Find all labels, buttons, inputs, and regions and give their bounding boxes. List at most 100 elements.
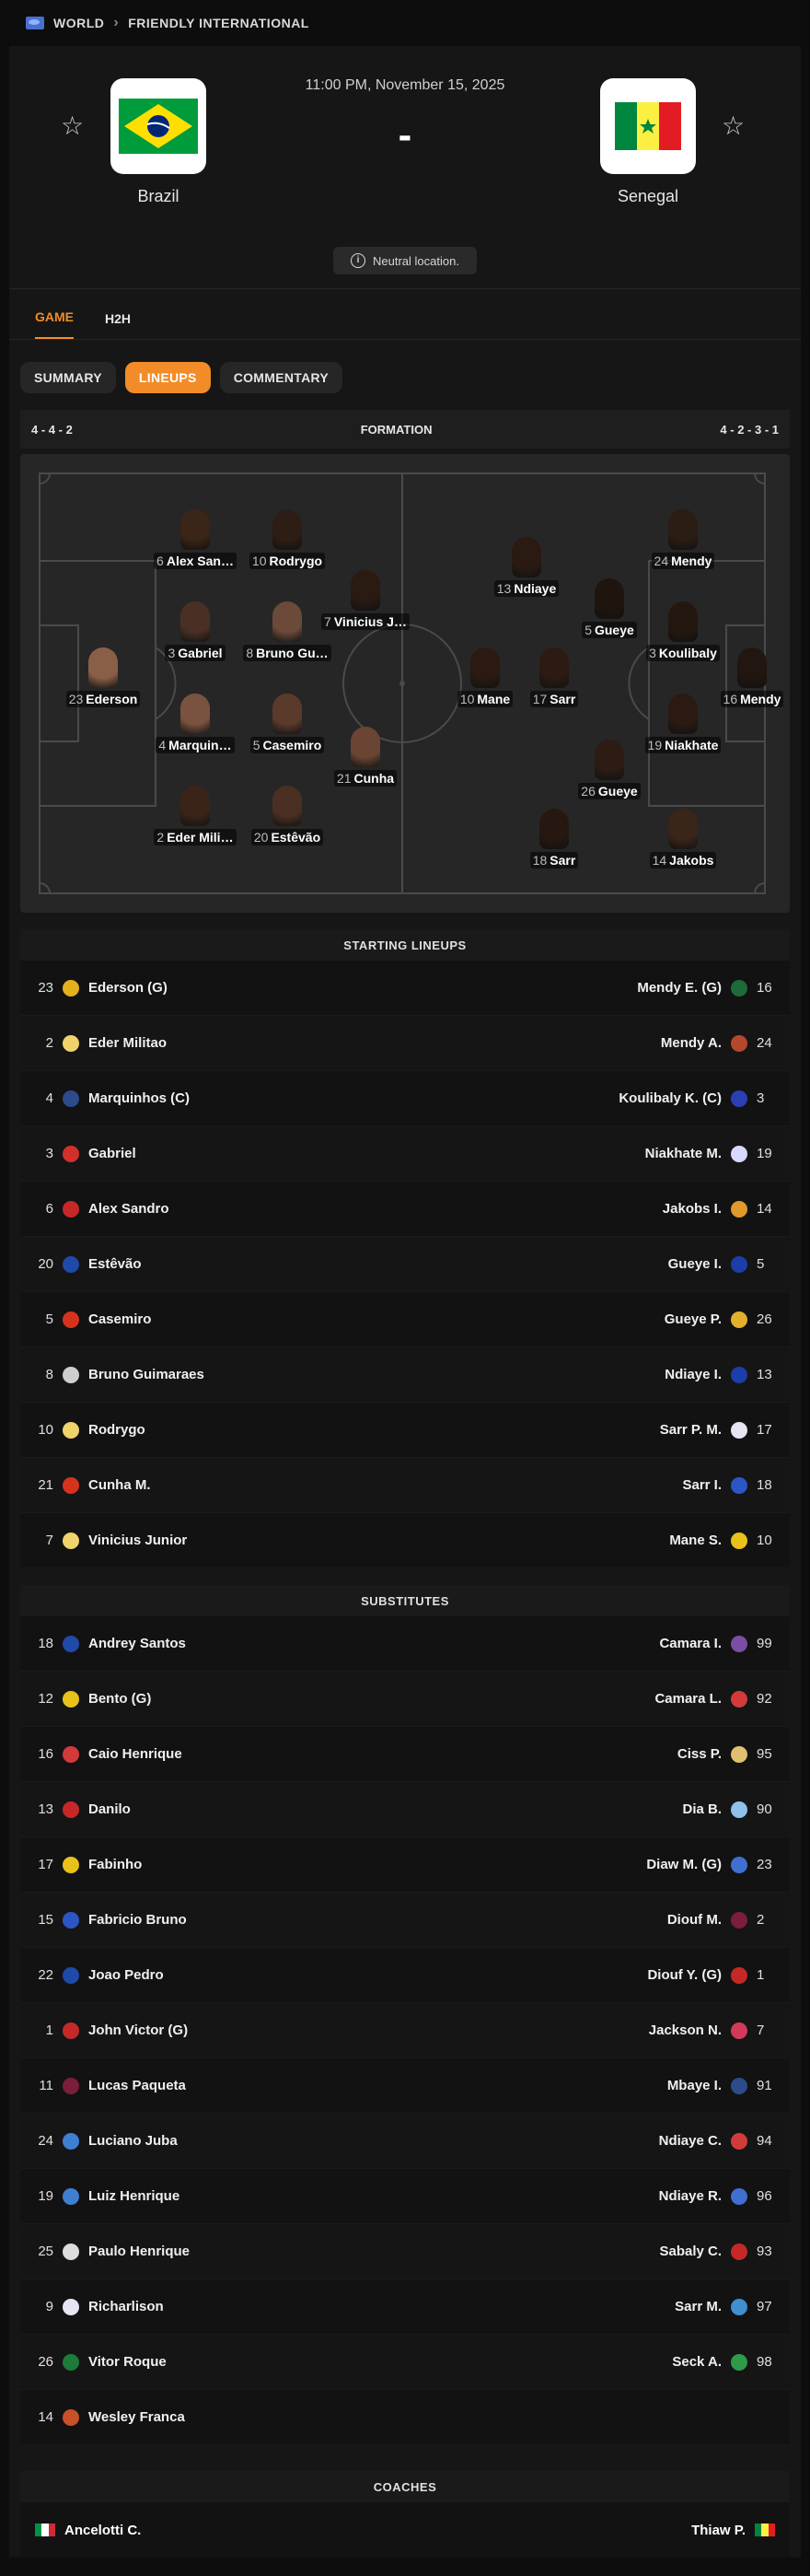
player-photo — [180, 601, 210, 642]
home-player[interactable]: 11 Lucas Paqueta — [35, 2077, 405, 2094]
home-player[interactable]: 2 Eder Militao — [35, 1034, 405, 1052]
home-player[interactable]: 24 Luciano Juba — [35, 2132, 405, 2150]
home-coach[interactable]: Ancelotti C. — [35, 2523, 141, 2538]
away-player[interactable]: Ndiaye R. 96 — [405, 2187, 775, 2205]
away-player-name: Diouf M. — [666, 1912, 722, 1928]
pitch-player[interactable]: 17 Sarr — [503, 647, 605, 727]
player-label: 10 Rodrygo — [237, 553, 338, 569]
lineup-row: 22 Joao Pedro Diouf Y. (G) 1 — [20, 1948, 790, 2003]
player-number: 10 — [251, 554, 267, 568]
away-player[interactable]: Diouf Y. (G) 1 — [405, 1966, 775, 1984]
away-player[interactable]: Camara I. 99 — [405, 1635, 775, 1652]
club-crest-icon — [731, 1532, 747, 1549]
tab-h2h[interactable]: H2H — [105, 311, 131, 339]
away-player[interactable]: Niakhate M. 19 — [405, 1145, 775, 1162]
home-player[interactable]: 6 Alex Sandro — [35, 1200, 405, 1218]
home-player-number: 9 — [45, 2299, 53, 2314]
home-player[interactable]: 1 John Victor (G) — [35, 2022, 405, 2039]
away-player[interactable]: Mane S. 10 — [405, 1532, 775, 1549]
tab-game[interactable]: GAME — [35, 309, 74, 339]
club-crest-icon — [731, 1200, 747, 1218]
home-player[interactable]: 9 Richarlison — [35, 2298, 405, 2315]
pitch-player[interactable]: 18 Sarr — [503, 809, 605, 888]
pitch-player[interactable]: 2 Eder Mili… — [145, 786, 246, 865]
club-crest-icon — [731, 979, 747, 997]
away-player[interactable]: Camara L. 92 — [405, 1690, 775, 1708]
breadcrumb-region[interactable]: WORLD — [53, 16, 104, 30]
away-player[interactable]: Gueye I. 5 — [405, 1255, 775, 1273]
away-player[interactable]: Mendy E. (G) 16 — [405, 979, 775, 997]
home-player-number: 23 — [38, 980, 53, 996]
away-team[interactable]: Senegal — [600, 78, 696, 206]
home-player[interactable]: 7 Vinicius Junior — [35, 1532, 405, 1549]
away-player[interactable]: Sarr I. 18 — [405, 1476, 775, 1494]
away-player[interactable]: Dia B. 90 — [405, 1801, 775, 1818]
home-player[interactable]: 23 Ederson (G) — [35, 979, 405, 997]
away-player[interactable]: Ndiaye I. 13 — [405, 1366, 775, 1383]
home-player[interactable]: 17 Fabinho — [35, 1856, 405, 1873]
home-player[interactable]: 3 Gabriel — [35, 1145, 405, 1162]
home-player[interactable]: 22 Joao Pedro — [35, 1966, 405, 1984]
away-player[interactable]: Sarr M. 97 — [405, 2298, 775, 2315]
home-player[interactable]: 20 Estêvão — [35, 1255, 405, 1273]
away-player[interactable]: Koulibaly K. (C) 3 — [405, 1090, 775, 1107]
home-player[interactable]: 25 Paulo Henrique — [35, 2243, 405, 2260]
pitch-player[interactable]: 20 Estêvão — [237, 786, 338, 865]
pitch-player[interactable]: 6 Alex San… — [145, 509, 246, 589]
home-player[interactable]: 26 Vitor Roque — [35, 2353, 405, 2371]
home-player[interactable]: 15 Fabricio Bruno — [35, 1911, 405, 1929]
pitch-player[interactable]: 4 Marquin… — [145, 694, 246, 773]
home-player-name: Paulo Henrique — [88, 2244, 191, 2259]
home-player[interactable]: 5 Casemiro — [35, 1311, 405, 1328]
away-player[interactable]: Diaw M. (G) 23 — [405, 1856, 775, 1873]
home-player[interactable]: 12 Bento (G) — [35, 1690, 405, 1708]
away-player-number: 24 — [757, 1035, 772, 1051]
club-crest-icon — [731, 2187, 747, 2205]
pitch-player[interactable]: 3 Gabriel — [145, 601, 246, 681]
home-player[interactable]: 8 Bruno Guimaraes — [35, 1366, 405, 1383]
home-player[interactable]: 16 Caio Henrique — [35, 1745, 405, 1763]
lineup-row: 24 Luciano Juba Ndiaye C. 94 — [20, 2114, 790, 2169]
away-coach[interactable]: Thiaw P. — [691, 2523, 775, 2538]
away-player-number: 10 — [757, 1533, 772, 1548]
away-player[interactable]: Ndiaye C. 94 — [405, 2132, 775, 2150]
home-player[interactable]: 19 Luiz Henrique — [35, 2187, 405, 2205]
pitch-player[interactable]: 23 Ederson — [52, 647, 154, 727]
substitutes-list: 18 Andrey Santos Camara I. 99 12 Bento (G) Cam… — [9, 1616, 801, 2445]
away-player[interactable]: Sarr P. M. 17 — [405, 1421, 775, 1439]
player-label: 19 Niakhate — [632, 737, 734, 753]
club-crest-icon — [731, 1090, 747, 1107]
lineup-row: 6 Alex Sandro Jakobs I. 14 — [20, 1182, 790, 1237]
away-player[interactable]: Mbaye I. 91 — [405, 2077, 775, 2094]
favorite-away-star-icon[interactable]: ☆ — [722, 111, 745, 141]
home-player[interactable]: 4 Marquinhos (C) — [35, 1090, 405, 1107]
away-player-name: Jakobs I. — [662, 1201, 722, 1217]
away-player[interactable]: Diouf M. 2 — [405, 1911, 775, 1929]
away-player-number: 14 — [757, 1201, 772, 1217]
away-player[interactable]: Sabaly C. 93 — [405, 2243, 775, 2260]
subtab-lineups[interactable]: LINEUPS — [124, 362, 211, 393]
away-player[interactable]: Gueye P. 26 — [405, 1311, 775, 1328]
away-player[interactable]: Ciss P. 95 — [405, 1745, 775, 1763]
pitch-player[interactable]: 14 Jakobs — [632, 809, 734, 888]
away-player-name: Sarr M. — [675, 2299, 722, 2314]
home-player[interactable]: 10 Rodrygo — [35, 1421, 405, 1439]
away-player-number: 26 — [757, 1311, 772, 1327]
away-player-number: 96 — [757, 2188, 772, 2204]
pitch-player[interactable]: 19 Niakhate — [632, 694, 734, 773]
subtab-summary[interactable]: SUMMARY — [20, 362, 116, 393]
away-player[interactable]: Mendy A. 24 — [405, 1034, 775, 1052]
home-player[interactable]: 18 Andrey Santos — [35, 1635, 405, 1652]
pitch-player[interactable]: 8 Bruno Gu… — [237, 601, 338, 681]
breadcrumb-competition[interactable]: FRIENDLY INTERNATIONAL — [128, 16, 309, 30]
home-player[interactable]: 14 Wesley Franca — [35, 2408, 775, 2426]
home-player[interactable]: 21 Cunha M. — [35, 1476, 405, 1494]
home-player[interactable]: 13 Danilo — [35, 1801, 405, 1818]
away-player[interactable]: Seck A. 98 — [405, 2353, 775, 2371]
lineup-row: 19 Luiz Henrique Ndiaye R. 96 — [20, 2169, 790, 2224]
away-player[interactable]: Jackson N. 7 — [405, 2022, 775, 2039]
pitch-player[interactable]: 24 Mendy — [632, 509, 734, 589]
subtab-commentary[interactable]: COMMENTARY — [219, 362, 343, 393]
away-player[interactable]: Jakobs I. 14 — [405, 1200, 775, 1218]
player-photo — [595, 740, 624, 780]
